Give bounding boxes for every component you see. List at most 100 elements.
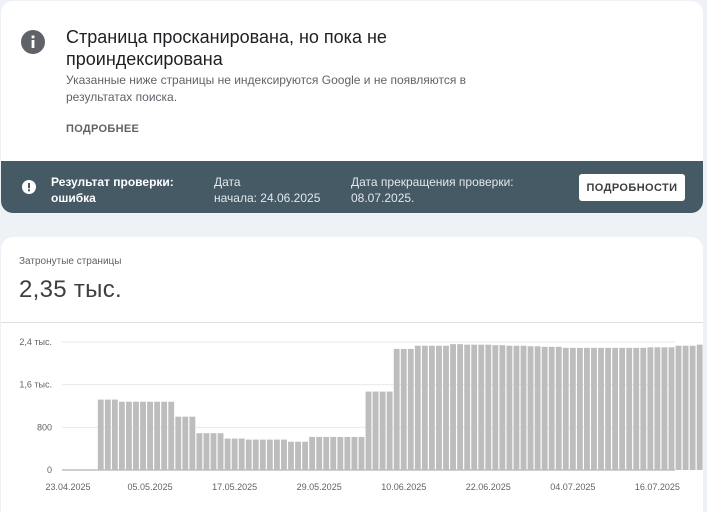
chart-bar[interactable] (492, 345, 499, 470)
chart-bar[interactable] (351, 436, 358, 470)
chart-bar[interactable] (584, 347, 590, 470)
chart-bar[interactable] (661, 347, 668, 470)
chart-bar[interactable] (541, 346, 548, 470)
chart-bar[interactable] (612, 347, 619, 470)
chart-bar[interactable] (414, 345, 421, 470)
chart-bar[interactable] (358, 436, 365, 470)
chart-bar[interactable] (238, 438, 245, 470)
chart-bar[interactable] (224, 438, 231, 470)
chart-bar[interactable] (527, 346, 534, 470)
chart-bar[interactable] (288, 441, 294, 470)
chart-bar[interactable] (591, 347, 597, 470)
chart-bar[interactable] (421, 345, 428, 470)
chart-bar[interactable] (450, 344, 456, 470)
chart-bar[interactable] (443, 345, 449, 470)
validation-start-date: Дата начала: 24.06.2025 (214, 174, 334, 206)
chart-bar[interactable] (365, 391, 372, 470)
chart-bar[interactable] (259, 439, 266, 470)
affected-pages-card: Затронутые страницы 2,35 тыс. 0 800 1,6 ты… (1, 237, 703, 512)
chart-bar[interactable] (231, 438, 238, 470)
chart-bar[interactable] (464, 344, 471, 470)
chart-bar[interactable] (407, 348, 414, 470)
x-tick-label: 04.07.2025 (550, 482, 595, 492)
chart-bar[interactable] (154, 401, 161, 470)
chart-bar[interactable] (97, 399, 104, 470)
validation-result-value: ошибка (51, 191, 96, 205)
chart-bar[interactable] (436, 345, 442, 470)
x-tick-label: 05.05.2025 (128, 482, 173, 492)
chart-bar[interactable] (478, 344, 485, 470)
chart-bar[interactable] (619, 347, 626, 470)
issue-title: Страница просканирована, но пока не прои… (66, 26, 446, 70)
chart-bar[interactable] (400, 348, 407, 470)
chart-bar[interactable] (182, 416, 189, 470)
chart-bar[interactable] (576, 347, 583, 470)
chart-bar[interactable] (372, 391, 379, 470)
chart-bar[interactable] (111, 399, 118, 470)
chart-bar[interactable] (654, 347, 661, 470)
chart-bar[interactable] (428, 345, 435, 470)
chart-bar[interactable] (323, 436, 330, 470)
chart-bar[interactable] (379, 391, 386, 470)
chart-bar[interactable] (626, 347, 633, 470)
chart-bar[interactable] (133, 401, 139, 470)
chart-bar[interactable] (555, 346, 562, 470)
chart-bar[interactable] (668, 347, 675, 470)
chart-bar[interactable] (499, 345, 506, 470)
chart-bar[interactable] (562, 347, 569, 470)
chart-bar[interactable] (302, 441, 309, 470)
chart-bar[interactable] (273, 439, 280, 470)
details-button[interactable]: ПОДРОБНОСТИ (579, 174, 685, 201)
learn-more-link[interactable]: ПОДРОБНЕЕ (66, 123, 139, 135)
x-tick-label: 16.07.2025 (635, 482, 680, 492)
chart-bar[interactable] (252, 439, 259, 470)
start-date-value: начала: 24.06.2025 (214, 191, 321, 205)
chart-bar[interactable] (682, 345, 689, 470)
chart-bar[interactable] (513, 345, 520, 470)
chart-bar[interactable] (203, 433, 210, 470)
chart-bar[interactable] (168, 401, 175, 470)
chart-bar[interactable] (281, 439, 287, 470)
chart-bar[interactable] (337, 436, 344, 470)
chart-bar[interactable] (126, 401, 132, 470)
chart-bar[interactable] (189, 416, 196, 470)
chart-bar[interactable] (675, 345, 682, 470)
chart-bar[interactable] (309, 436, 316, 470)
chart-bar[interactable] (647, 347, 654, 470)
chart-bar[interactable] (210, 433, 217, 470)
chart-bar[interactable] (245, 439, 252, 470)
x-tick-label: 29.05.2025 (297, 482, 342, 492)
chart-bar[interactable] (266, 439, 273, 470)
chart-bar[interactable] (598, 347, 604, 470)
chart-bar[interactable] (633, 347, 640, 470)
end-date-value: 08.07.2025. (351, 191, 415, 205)
chart-bar[interactable] (548, 346, 555, 470)
chart-bar[interactable] (161, 401, 168, 470)
chart-bar[interactable] (330, 436, 337, 470)
chart-bar[interactable] (140, 401, 146, 470)
chart-bar[interactable] (386, 391, 393, 470)
chart-bar[interactable] (569, 347, 576, 470)
chart-bar[interactable] (196, 433, 203, 470)
chart-bar[interactable] (175, 416, 182, 470)
chart-bar[interactable] (605, 347, 611, 470)
chart-bar[interactable] (689, 345, 696, 470)
issue-description-line1: Указанные ниже страницы не индексируются… (66, 73, 467, 87)
chart-bar[interactable] (217, 433, 224, 470)
chart-bar[interactable] (147, 401, 153, 470)
chart-bar[interactable] (104, 399, 111, 470)
chart-bar[interactable] (485, 344, 492, 470)
chart-bar[interactable] (457, 344, 464, 470)
chart-bar[interactable] (640, 347, 647, 470)
chart-bar[interactable] (344, 436, 351, 470)
chart-bar[interactable] (696, 344, 703, 470)
chart-bar[interactable] (295, 441, 301, 470)
chart-bar[interactable] (316, 436, 323, 470)
y-tick-label: 1,6 тыс. (19, 380, 52, 390)
chart-bar[interactable] (534, 346, 541, 470)
chart-bar[interactable] (118, 401, 125, 470)
chart-bar[interactable] (506, 345, 513, 470)
chart-bar[interactable] (471, 344, 478, 470)
chart-bar[interactable] (520, 345, 527, 470)
chart-bar[interactable] (393, 348, 400, 470)
